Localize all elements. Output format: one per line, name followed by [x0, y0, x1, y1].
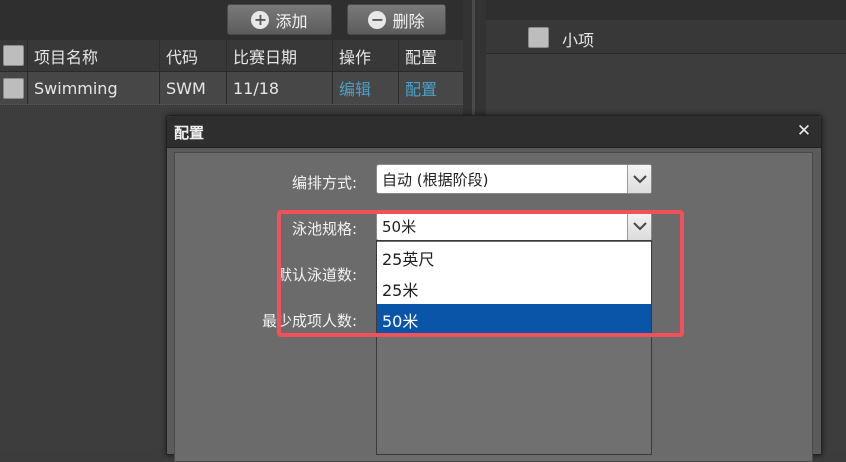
schedule-mode-select[interactable]: 自动 (根据阶段)	[376, 164, 652, 194]
sub-events-select-all	[528, 27, 549, 48]
delete-button[interactable]: − 删除	[347, 4, 446, 35]
header-config: 配置	[398, 40, 463, 71]
sub-events-toolbar	[486, 0, 846, 20]
minus-circle-icon: −	[368, 10, 387, 29]
header-action: 操作	[332, 40, 398, 71]
table-row[interactable]: Swimming SWM 11/18 编辑 配置	[0, 72, 463, 105]
select-all-checkbox[interactable]	[3, 45, 24, 66]
schedule-mode-value: 自动 (根据阶段)	[382, 170, 489, 189]
cell-config: 配置	[398, 72, 463, 104]
dialog-titlebar[interactable]: 配置 ✕	[167, 116, 821, 148]
chevron-down-icon[interactable]	[627, 165, 651, 193]
sub-events-checkbox[interactable]	[528, 27, 549, 48]
cell-code: SWM	[159, 72, 226, 104]
schedule-mode-label: 编排方式:	[291, 174, 357, 192]
dialog-title: 配置	[174, 124, 205, 142]
header-sub-event: 小项	[562, 31, 595, 50]
cell-action: 编辑	[332, 72, 398, 104]
table-header: 项目名称 代码 比赛日期 操作 配置	[0, 40, 463, 72]
close-icon[interactable]: ✕	[794, 120, 814, 142]
select-all-checkbox-cell	[0, 40, 27, 71]
add-button[interactable]: + 添加	[227, 4, 332, 35]
header-event-name[interactable]: 项目名称	[27, 40, 159, 71]
header-code[interactable]: 代码	[159, 40, 226, 71]
cell-event-name: Swimming	[27, 72, 159, 104]
config-link[interactable]: 配置	[405, 76, 437, 100]
events-toolbar: + 添加 − 删除	[0, 0, 463, 40]
plus-circle-icon: +	[251, 10, 270, 29]
delete-button-label: 删除	[392, 11, 425, 31]
cell-date: 11/18	[226, 72, 332, 104]
add-button-label: 添加	[275, 11, 308, 31]
header-date[interactable]: 比赛日期	[226, 40, 332, 71]
highlight-box	[277, 210, 684, 337]
edit-link[interactable]: 编辑	[339, 76, 371, 100]
row-checkbox-cell	[0, 72, 27, 104]
row-checkbox[interactable]	[3, 77, 24, 99]
sub-events-header: 小项	[486, 20, 846, 54]
